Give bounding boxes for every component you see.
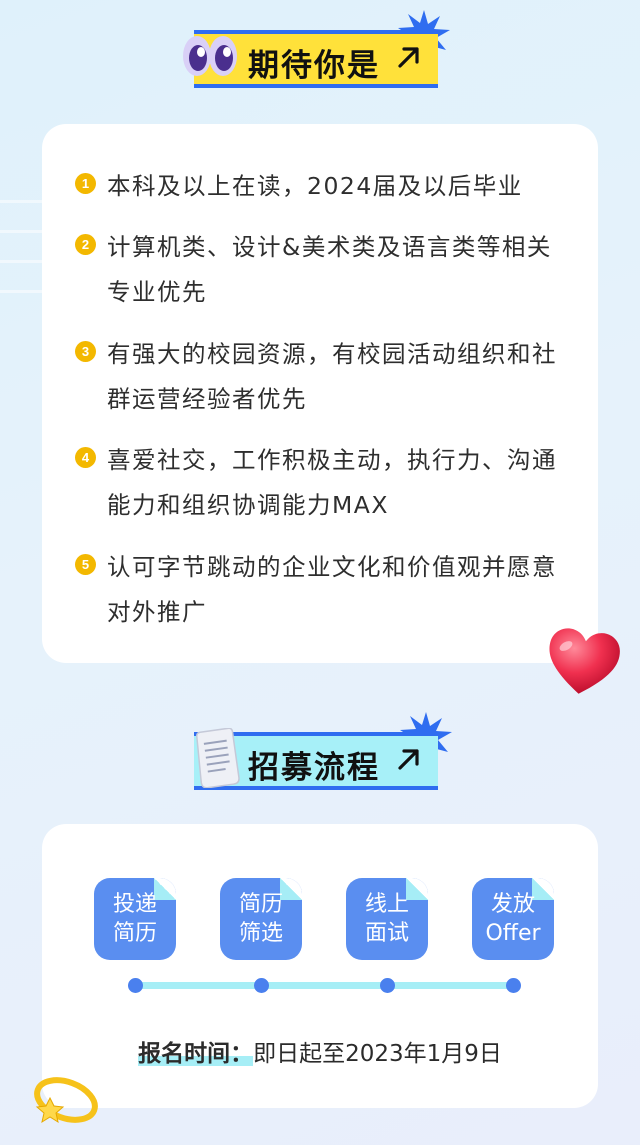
timeline-dot bbox=[128, 978, 143, 993]
deadline-label: 报名时间： bbox=[138, 1041, 254, 1067]
heart-icon bbox=[549, 628, 620, 694]
number-badge: 3 bbox=[75, 341, 96, 362]
step-label: 简历 筛选 bbox=[238, 892, 283, 946]
deadline-value: 即日起至2023年1月9日 bbox=[253, 1041, 502, 1067]
requirements-card: 1 本科及以上在读，2024届及以后毕业 2 计算机类、设计&美术类及语言类等相… bbox=[42, 124, 598, 663]
eyes-icon bbox=[183, 36, 237, 76]
timeline-line bbox=[135, 982, 513, 989]
timeline-dot bbox=[254, 978, 269, 993]
process-card: 投递 简历 简历 筛选 线上 面试 发放 Offer 报名时间：即日起至2023… bbox=[42, 824, 598, 1108]
requirements-heading: 期待你是 bbox=[183, 10, 450, 88]
requirement-text: 本科及以上在读，2024届及以后毕业 bbox=[107, 172, 523, 200]
step-label: 投递 简历 bbox=[112, 892, 157, 946]
section-title: 招募流程 bbox=[248, 750, 380, 786]
arrow-up-right-icon bbox=[398, 749, 419, 770]
process-step: 投递 简历 bbox=[94, 878, 176, 960]
number-badge: 4 bbox=[75, 447, 96, 468]
document-icon bbox=[196, 728, 240, 788]
requirement-text: 喜爱社交，工作积极主动，执行力、沟通能力和组织协调能力MAX bbox=[107, 446, 557, 519]
requirement-text: 认可字节跳动的企业文化和价值观并愿意对外推广 bbox=[107, 553, 557, 626]
requirement-text: 计算机类、设计&美术类及语言类等相关专业优先 bbox=[107, 233, 552, 306]
process-heading: 招募流程 bbox=[194, 712, 452, 790]
section-title: 期待你是 bbox=[248, 48, 380, 84]
step-label: 发放 Offer bbox=[485, 892, 541, 946]
deadline-row: 报名时间：即日起至2023年1月9日 bbox=[42, 1034, 598, 1068]
star-ring-icon bbox=[34, 1077, 98, 1124]
process-step: 线上 面试 bbox=[346, 878, 428, 960]
process-step: 简历 筛选 bbox=[220, 878, 302, 960]
process-step: 发放 Offer bbox=[472, 878, 554, 960]
number-badge: 2 bbox=[75, 234, 96, 255]
number-badge: 1 bbox=[75, 173, 96, 194]
number-badge: 5 bbox=[75, 554, 96, 575]
timeline-dot bbox=[380, 978, 395, 993]
timeline-dot bbox=[506, 978, 521, 993]
requirement-text: 有强大的校园资源，有校园活动组织和社群运营经验者优先 bbox=[107, 340, 557, 413]
step-label: 线上 面试 bbox=[364, 892, 409, 946]
arrow-up-right-icon bbox=[398, 47, 419, 68]
